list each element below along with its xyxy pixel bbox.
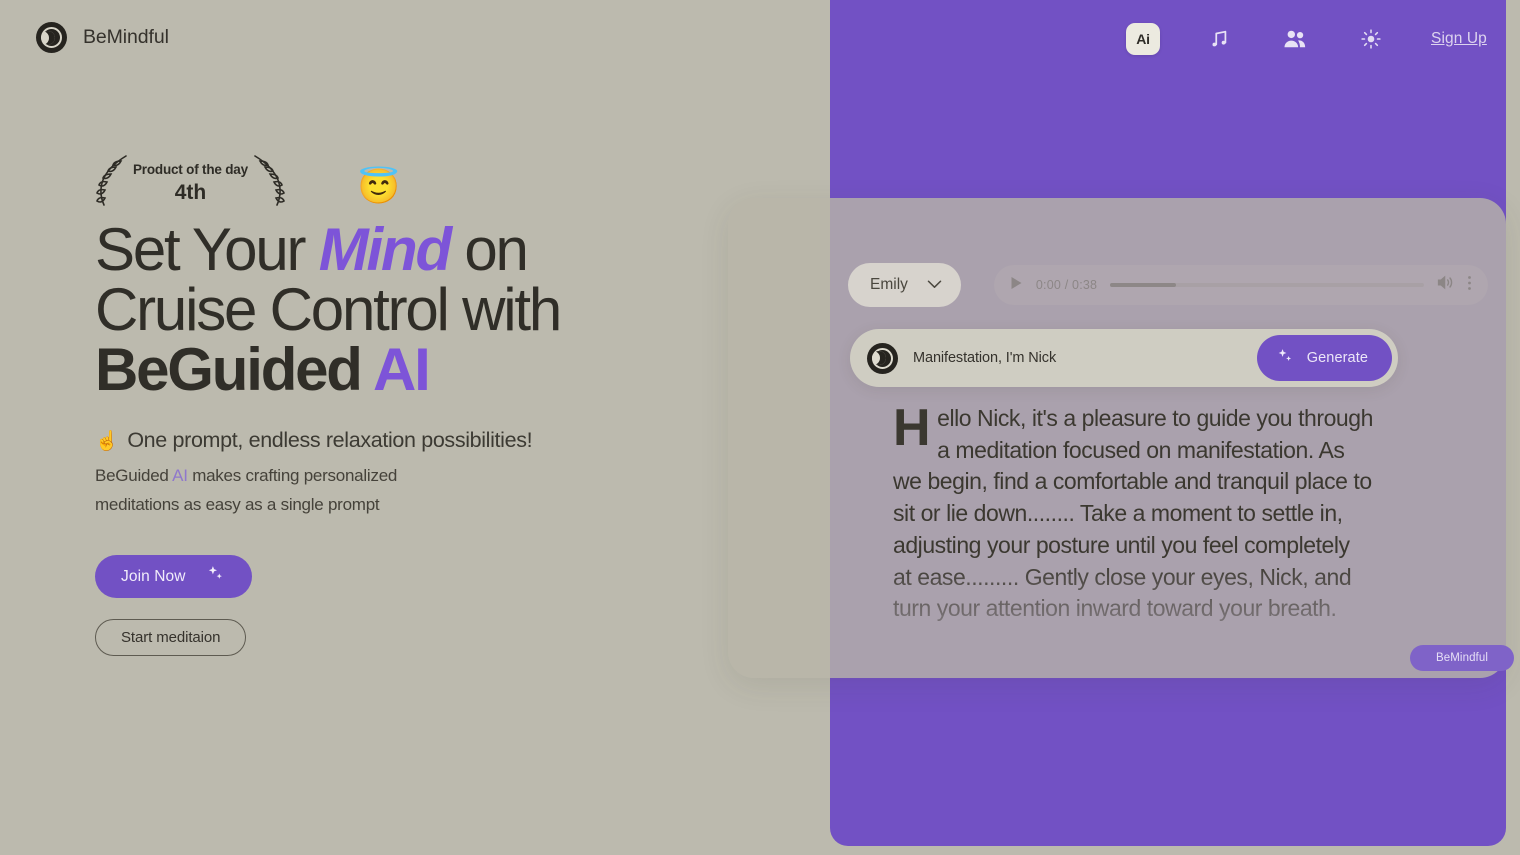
join-now-label: Join Now xyxy=(121,567,186,585)
hero-description-ai: AI xyxy=(172,466,188,485)
start-meditation-button[interactable]: Start meditaion xyxy=(95,619,247,657)
prompt-input[interactable] xyxy=(913,350,1257,366)
nav-item-ai[interactable]: Ai xyxy=(1105,23,1181,55)
top-navigation: Ai Sign Up xyxy=(1105,22,1487,56)
headline-line3-ai: AI xyxy=(373,336,431,403)
meditation-script-text: Hello Nick, it's a pleasure to guide you… xyxy=(893,403,1373,622)
ai-badge[interactable]: Ai xyxy=(1126,23,1160,55)
hero-subtitle-text: One prompt, endless relaxation possibili… xyxy=(127,428,533,452)
crescent-moon-circle-icon xyxy=(36,22,67,53)
generate-label: Generate xyxy=(1306,350,1368,366)
award-rank: 4th xyxy=(174,180,207,204)
hero-subtitle-lead: ☝️ One prompt, endless relaxation possib… xyxy=(95,428,715,453)
join-now-button[interactable]: Join Now xyxy=(95,555,252,599)
laurel-wreath-icon-left xyxy=(95,153,129,216)
cta-group: Join Now Start meditaion xyxy=(95,555,715,657)
prompt-input-bar[interactable]: Generate xyxy=(850,329,1398,387)
play-icon[interactable] xyxy=(1010,276,1023,295)
people-group-icon xyxy=(1283,28,1307,50)
nav-item-music[interactable] xyxy=(1181,22,1257,56)
vertical-dots-icon[interactable] xyxy=(1467,275,1472,296)
crescent-moon-circle-icon xyxy=(867,342,898,374)
voice-select-value: Emily xyxy=(870,276,908,293)
sparkles-icon xyxy=(206,564,226,589)
card-top-row: Emily 0:00 / 0:38 xyxy=(848,263,1488,307)
meditation-script-container: Hello Nick, it's a pleasure to guide you… xyxy=(893,403,1373,673)
halo-smile-emoji: 😇 xyxy=(357,168,401,206)
audio-time: 0:00 / 0:38 xyxy=(1035,278,1098,292)
nav-item-theme[interactable] xyxy=(1333,22,1409,56)
volume-icon[interactable] xyxy=(1437,275,1454,295)
point-up-emoji: ☝️ xyxy=(95,431,119,452)
meditation-preview-card: Emily 0:00 / 0:38 Manifestation, I'm Nic… xyxy=(728,198,1506,678)
watermark-badge: BeMindful xyxy=(1410,645,1514,671)
music-note-icon xyxy=(1208,28,1230,50)
brand-logo[interactable]: BeMindful xyxy=(36,22,169,53)
page-title: Set Your Mind on Cruise Control with BeG… xyxy=(95,220,715,400)
hero-section: Product of the day 4th 😇 Set Your Mind o… xyxy=(95,152,715,657)
sun-icon xyxy=(1360,28,1382,50)
laurel-wreath-icon-right xyxy=(252,153,286,216)
sparkles-icon xyxy=(1276,347,1295,370)
headline-line1-pre: Set Your xyxy=(95,216,319,283)
generate-button[interactable]: Generate xyxy=(1256,335,1392,381)
award-badge: Product of the day 4th 😇 xyxy=(95,152,715,216)
audio-player[interactable]: 0:00 / 0:38 xyxy=(993,265,1488,305)
nav-item-community[interactable] xyxy=(1257,22,1333,56)
headline-line2: Cruise Control with xyxy=(95,276,562,343)
chevron-down-icon xyxy=(927,276,942,294)
headline-line3-bold: BeGuided xyxy=(95,336,374,403)
brand-name: BeMindful xyxy=(83,26,169,48)
audio-progress-slider[interactable] xyxy=(1110,283,1424,287)
sign-up-link[interactable]: Sign Up xyxy=(1431,30,1487,48)
award-label: Product of the day xyxy=(133,161,248,177)
voice-select-dropdown[interactable]: Emily xyxy=(848,263,961,307)
headline-emphasis: Mind xyxy=(318,216,452,283)
hero-description: BeGuided AI makes crafting personalized … xyxy=(95,461,455,519)
hero-description-pre: BeGuided xyxy=(95,466,173,485)
headline-line1-post: on xyxy=(449,216,529,283)
